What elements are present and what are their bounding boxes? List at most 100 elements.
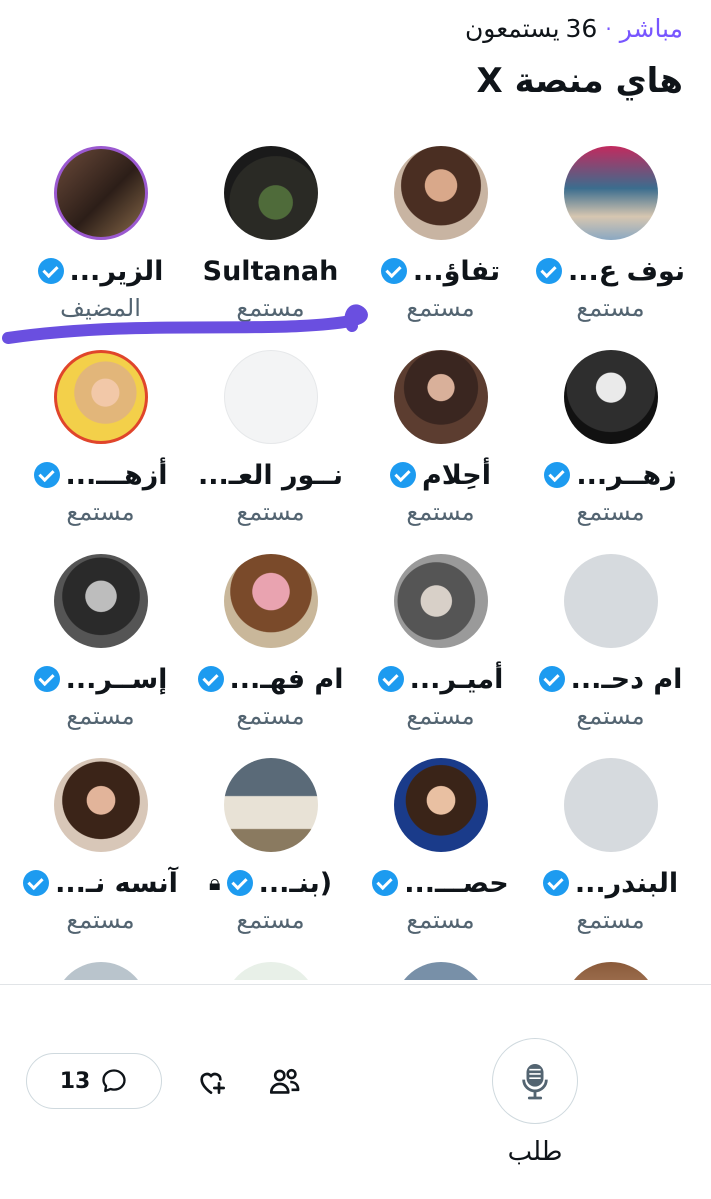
- participant[interactable]: أحِلام مستمع: [356, 346, 526, 550]
- live-status: مباشر · 36 يستمعون: [28, 14, 683, 43]
- participant-role: مستمع: [236, 906, 305, 934]
- verified-badge-icon: [380, 258, 407, 284]
- comments-count: 13: [59, 1068, 91, 1094]
- participant[interactable]: [186, 958, 356, 980]
- verified-badge-icon: [33, 462, 60, 488]
- avatar[interactable]: [53, 554, 148, 648]
- verified-badge-icon: [542, 870, 569, 896]
- live-label: مباشر: [619, 14, 683, 43]
- participant-role: مستمع: [236, 702, 305, 730]
- people-icon: [269, 1068, 300, 1094]
- avatar[interactable]: [53, 146, 148, 240]
- participant[interactable]: آنسه نـ... مستمع: [16, 754, 186, 958]
- participant-role: مستمع: [66, 498, 135, 526]
- participant-role: مستمع: [236, 294, 305, 322]
- participant[interactable]: [356, 958, 526, 980]
- participant[interactable]: نوف ع... مستمع: [526, 142, 696, 346]
- participant[interactable]: البندر... مستمع: [526, 754, 696, 958]
- participant-role: مستمع: [406, 702, 475, 730]
- participant-name: نــور العـ...: [197, 459, 344, 491]
- participant-name: أزهـــ...: [65, 459, 168, 491]
- avatar[interactable]: [223, 350, 318, 444]
- verified-badge-icon: [390, 462, 416, 488]
- avatar[interactable]: [223, 962, 318, 980]
- participant-name: زهــر...: [576, 459, 677, 491]
- verified-badge-icon: [33, 666, 60, 692]
- participant-name: حصـــ...: [404, 867, 509, 899]
- listeners-label: يستمعون: [464, 14, 560, 43]
- avatar[interactable]: [393, 350, 488, 444]
- bottom-bar: 13 طلب: [0, 985, 711, 1199]
- participant[interactable]: Sultanah مستمع: [186, 142, 356, 346]
- participant-name: نوف ع...: [567, 255, 686, 287]
- participant-role: مستمع: [406, 498, 475, 526]
- verified-badge-icon: [37, 258, 64, 284]
- participant[interactable]: ام فهـ... مستمع: [186, 550, 356, 754]
- participant[interactable]: (بنـ... 🔒︎ مستمع: [186, 754, 356, 958]
- verified-badge-icon: [535, 258, 562, 284]
- participant-role: مستمع: [66, 702, 135, 730]
- heart-plus-button[interactable]: [194, 1065, 228, 1099]
- participant-role: مستمع: [406, 294, 475, 322]
- avatar[interactable]: [393, 758, 488, 852]
- participant-role: مستمع: [576, 906, 645, 934]
- verified-badge-icon: [372, 870, 399, 896]
- verified-badge-icon: [197, 666, 224, 692]
- avatar[interactable]: [563, 554, 658, 648]
- microphone-icon: [522, 1064, 548, 1100]
- participant-role: المضيف: [60, 294, 141, 322]
- space-header: مباشر · 36 يستمعون هاي منصة X: [28, 14, 683, 101]
- participant-host[interactable]: الزير... المضيف: [16, 142, 186, 346]
- participant[interactable]: أزهـــ... مستمع: [16, 346, 186, 550]
- avatar[interactable]: [223, 554, 318, 648]
- participant-name: الزير...: [69, 255, 164, 287]
- participant[interactable]: زهــر... مستمع: [526, 346, 696, 550]
- participant-role: مستمع: [236, 498, 305, 526]
- verified-badge-icon: [23, 870, 50, 896]
- participant-name: أميـر...: [409, 663, 504, 695]
- avatar[interactable]: [53, 350, 148, 444]
- avatar[interactable]: [563, 146, 658, 240]
- participant-role: مستمع: [576, 498, 645, 526]
- avatar[interactable]: [393, 146, 488, 240]
- participant-name: أحِلام: [422, 459, 492, 491]
- avatar[interactable]: [223, 758, 318, 852]
- verified-badge-icon: [544, 462, 571, 488]
- avatar[interactable]: [393, 962, 488, 980]
- avatar[interactable]: [393, 554, 488, 648]
- avatar[interactable]: [563, 350, 658, 444]
- avatar[interactable]: [563, 962, 658, 980]
- comments-button[interactable]: 13: [26, 1053, 162, 1109]
- participant-name: ام دحـ...: [570, 663, 683, 695]
- participant[interactable]: [16, 958, 186, 980]
- participant-name: البندر...: [574, 867, 679, 899]
- participant[interactable]: نــور العـ... مستمع: [186, 346, 356, 550]
- comment-icon: [102, 1069, 126, 1093]
- participant-name: (بنـ...: [258, 867, 333, 899]
- participant[interactable]: [526, 958, 696, 980]
- participant[interactable]: أميـر... مستمع: [356, 550, 526, 754]
- participant-role: مستمع: [66, 906, 135, 934]
- listeners-count: 36: [565, 14, 598, 43]
- space-title: هاي منصة X: [476, 61, 683, 101]
- avatar[interactable]: [53, 758, 148, 852]
- participant-name: إســر...: [65, 663, 168, 695]
- participant-role: مستمع: [576, 702, 645, 730]
- heart-plus-icon: [200, 1072, 225, 1094]
- request-mic-button[interactable]: [492, 1038, 578, 1124]
- participants-grid: نوف ع... مستمع تفاؤ... مستمع Sultanah مس…: [0, 142, 711, 980]
- participant[interactable]: تفاؤ... مستمع: [356, 142, 526, 346]
- participant-role: مستمع: [576, 294, 645, 322]
- avatar[interactable]: [563, 758, 658, 852]
- verified-badge-icon: [377, 666, 404, 692]
- avatar[interactable]: [53, 962, 148, 980]
- participant[interactable]: إســر... مستمع: [16, 550, 186, 754]
- participant[interactable]: ام دحـ... مستمع: [526, 550, 696, 754]
- participant-name: آنسه نـ...: [55, 867, 178, 899]
- verified-badge-icon: [538, 666, 565, 692]
- participant[interactable]: حصـــ... مستمع: [356, 754, 526, 958]
- people-button[interactable]: [268, 1065, 302, 1099]
- avatar[interactable]: [223, 146, 318, 240]
- lock-icon: 🔒︎: [208, 870, 221, 896]
- participant-name: تفاؤ...: [412, 255, 501, 287]
